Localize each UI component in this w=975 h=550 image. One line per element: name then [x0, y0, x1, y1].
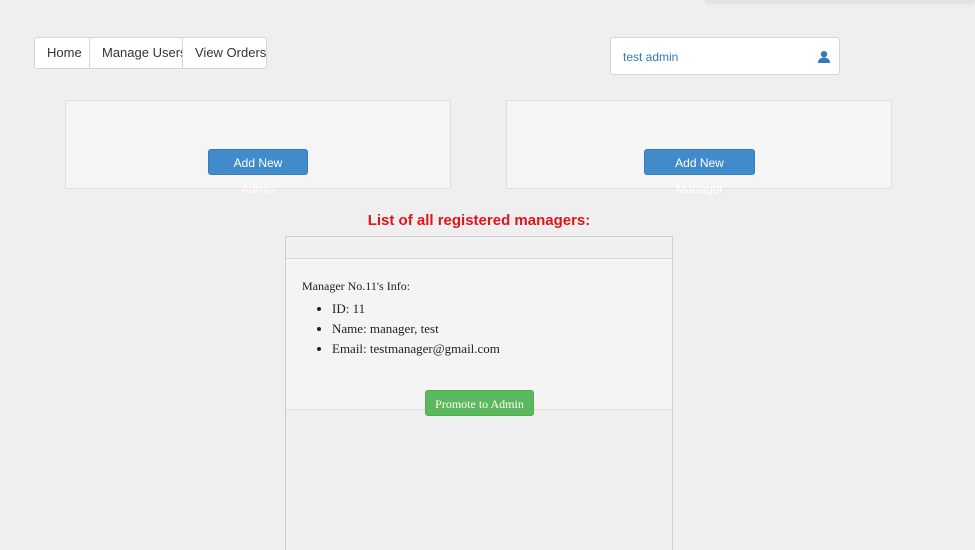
- manager-email: Email: testmanager@gmail.com: [332, 339, 500, 359]
- user-icon: [818, 51, 830, 63]
- user-name: test admin: [623, 50, 679, 64]
- main-nav: Home Manage Users View Orders: [34, 37, 267, 69]
- promote-to-admin-button[interactable]: Promote to Admin: [425, 390, 534, 416]
- add-admin-panel: Add New Admin: [65, 100, 451, 196]
- manager-name: Name: manager, test: [332, 319, 500, 339]
- managers-list[interactable]: Manager No.11's Info: ID: 11 Name: manag…: [285, 236, 673, 550]
- add-manager-panel: Add New Manager: [506, 100, 892, 196]
- add-new-admin-button[interactable]: Add New Admin: [208, 149, 308, 196]
- manager-info-heading: Manager No.11's Info:: [302, 279, 411, 293]
- top-shadow: [705, 0, 975, 2]
- manager-card: Manager No.11's Info: ID: 11 Name: manag…: [286, 259, 672, 416]
- list-header: [286, 237, 672, 259]
- nav-home[interactable]: Home: [34, 37, 90, 69]
- manager-details: ID: 11 Name: manager, test Email: testma…: [316, 299, 500, 359]
- nav-view-orders[interactable]: View Orders: [182, 37, 267, 69]
- managers-list-title: List of all registered managers:: [367, 212, 591, 229]
- manager-id: ID: 11: [332, 299, 500, 319]
- add-new-manager-button[interactable]: Add New Manager: [644, 149, 755, 196]
- user-dropdown[interactable]: test admin: [610, 37, 840, 75]
- nav-manage-users[interactable]: Manage Users: [89, 37, 187, 69]
